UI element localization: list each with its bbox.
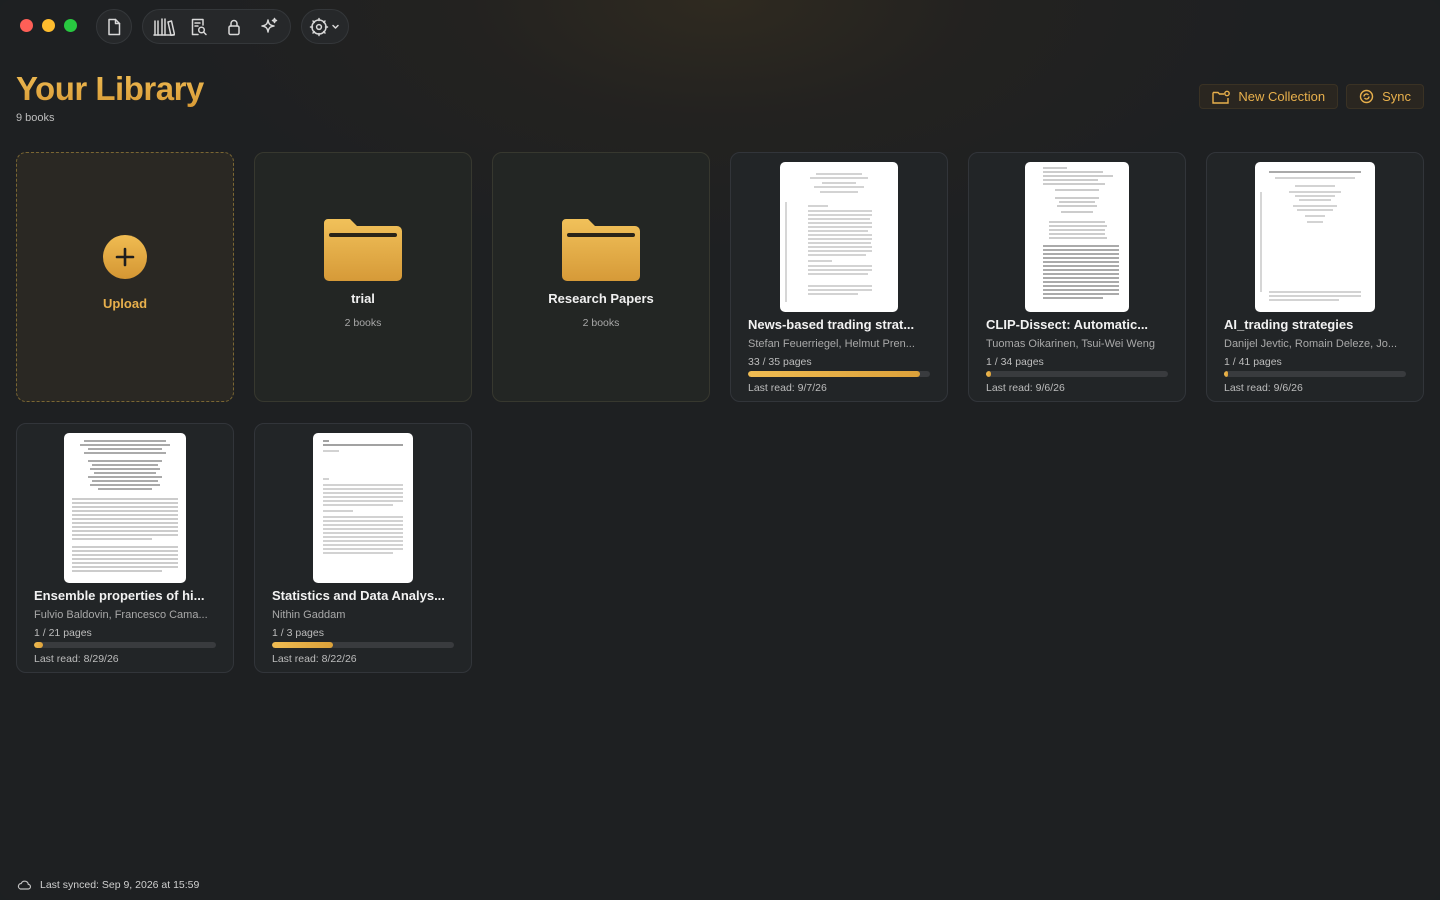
main-toolbar-group [142,9,291,44]
folder-plus-icon [1212,90,1231,104]
book-last-read: Last read: 9/6/26 [1224,382,1303,394]
ai-sparkle-button[interactable] [253,13,284,41]
book-pages: 33 / 35 pages [748,356,812,368]
reading-progress-fill [34,642,43,648]
upload-label: Upload [102,296,148,311]
book-pages: 1 / 34 pages [986,356,1044,368]
reader-search-icon [191,18,207,35]
reading-progress-fill [1224,371,1229,377]
book-last-read: Last read: 9/6/26 [986,382,1065,394]
app-window: Your Library 9 books New Collection Sync… [0,0,1440,900]
book-count: 9 books [16,112,55,124]
maximize-window-button[interactable] [64,19,77,32]
book-title: News-based trading strat... [748,317,915,332]
title-bar [0,0,1440,52]
reading-progress-bar [34,642,216,648]
book-cover-thumbnail [64,433,186,583]
reading-progress-bar [986,371,1168,377]
book-pages: 1 / 21 pages [34,627,92,639]
book-info: CLIP-Dissect: Automatic... Tuomas Oikari… [986,317,1168,394]
book-card[interactable]: News-based trading strat... Stefan Feuer… [730,152,948,402]
book-info: News-based trading strat... Stefan Feuer… [748,317,930,394]
folder-count: 2 books [582,317,620,329]
folder-card-research-papers[interactable]: Research Papers 2 books [492,152,710,402]
book-cover-thumbnail [780,162,898,312]
book-card[interactable]: CLIP-Dissect: Automatic... Tuomas Oikari… [968,152,1186,402]
folder-name: Research Papers [548,291,654,306]
book-authors: Tuomas Oikarinen, Tsui-Wei Weng [986,338,1155,350]
library-header: Your Library 9 books [16,70,204,124]
book-authors: Fulvio Baldovin, Francesco Cama... [34,609,208,621]
book-last-read: Last read: 8/29/26 [34,653,119,665]
folder-icon [324,219,402,281]
folder-card-trial[interactable]: trial 2 books [254,152,472,402]
folder-icon [562,219,640,281]
book-title: Ensemble properties of hi... [34,588,205,603]
close-window-button[interactable] [20,19,33,32]
sync-status-bar: Last synced: Sep 9, 2026 at 15:59 [17,879,199,891]
sparkle-icon [260,17,277,33]
header-actions: New Collection Sync [1199,84,1424,109]
new-collection-button[interactable]: New Collection [1199,84,1339,109]
book-card[interactable]: Ensemble properties of hi... Fulvio Bald… [16,423,234,673]
document-button[interactable] [98,13,130,41]
library-button[interactable] [149,13,180,41]
reading-progress-fill [748,371,920,377]
book-info: Statistics and Data Analys... Nithin Gad… [272,588,454,665]
reading-progress-bar [1224,371,1406,377]
reading-progress-bar [748,371,930,377]
new-collection-label: New Collection [1238,89,1326,104]
reader-search-button[interactable] [184,13,215,41]
upload-card[interactable]: Upload [16,152,234,402]
document-toolbar-group [96,9,132,44]
book-info: AI_trading strategies Danijel Jevtic, Ro… [1224,317,1406,394]
document-page-preview [1043,167,1119,299]
book-title: CLIP-Dissect: Automatic... [986,317,1149,332]
book-card[interactable]: AI_trading strategies Danijel Jevtic, Ro… [1206,152,1424,402]
reading-progress-bar [272,642,454,648]
book-pages: 1 / 3 pages [272,627,324,639]
page-title: Your Library [16,70,204,107]
plus-icon [103,235,147,279]
sync-icon [1359,89,1374,104]
lock-button[interactable] [219,13,250,41]
last-synced-text: Last synced: Sep 9, 2026 at 15:59 [40,879,200,891]
folder-name: trial [351,291,375,306]
minimize-window-button[interactable] [42,19,55,32]
cloud-icon [17,880,31,890]
reading-progress-fill [986,371,992,377]
book-authors: Nithin Gaddam [272,609,346,621]
book-last-read: Last read: 8/22/26 [272,653,357,665]
book-cover-thumbnail [313,433,413,583]
document-page-preview [72,440,178,572]
settings-toolbar-group [301,9,349,44]
book-authors: Stefan Feuerriegel, Helmut Pren... [748,338,915,350]
book-cover-thumbnail [1255,162,1375,312]
library-icon [153,17,176,36]
book-authors: Danijel Jevtic, Romain Deleze, Jo... [1224,338,1398,350]
sync-label: Sync [1382,89,1411,104]
sync-button[interactable]: Sync [1346,84,1424,109]
book-cover-thumbnail [1025,162,1129,312]
document-page-preview [323,440,403,554]
book-last-read: Last read: 9/7/26 [748,382,827,394]
book-title: Statistics and Data Analys... [272,588,445,603]
book-card[interactable]: Statistics and Data Analys... Nithin Gad… [254,423,472,673]
document-icon [108,18,121,35]
window-controls [20,19,77,32]
reading-progress-fill [272,642,333,648]
book-pages: 1 / 41 pages [1224,356,1282,368]
document-page-preview [1260,171,1361,301]
book-info: Ensemble properties of hi... Fulvio Bald… [34,588,216,665]
gear-dropdown-icon [309,17,339,36]
folder-count: 2 books [344,317,382,329]
lock-icon [228,19,240,35]
book-title: AI_trading strategies [1224,317,1354,332]
settings-menu-button[interactable] [305,13,345,41]
document-page-preview [785,173,872,302]
